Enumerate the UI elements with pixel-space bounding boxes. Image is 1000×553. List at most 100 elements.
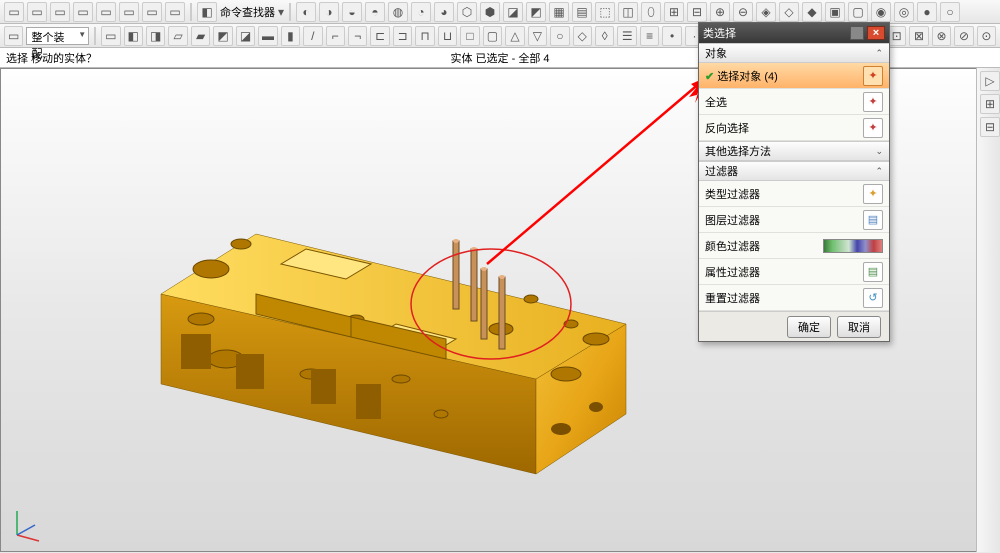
tool-btn[interactable]: ⬯ [641, 2, 661, 22]
section-other-header[interactable]: 其他选择方法 ⌄ [699, 141, 889, 161]
panel-titlebar[interactable]: 类选择 × [699, 23, 889, 43]
tool-btn[interactable]: ○ [940, 2, 960, 22]
row-invert-selection[interactable]: 反向选择 ✦ [699, 115, 889, 141]
tool-btn[interactable]: ⊓ [415, 26, 434, 46]
tool-btn[interactable]: ☰ [617, 26, 636, 46]
tool-btn[interactable]: ▭ [4, 2, 24, 22]
tool-btn[interactable]: ⊗ [932, 26, 951, 46]
row-select-objects[interactable]: ✔ 选择对象 (4) ✦ [699, 63, 889, 89]
tool-btn[interactable]: ◍ [388, 2, 408, 22]
row-type-filter[interactable]: 类型过滤器 ✦ [699, 181, 889, 207]
tool-btn[interactable]: ▬ [258, 26, 277, 46]
sidebar-btn[interactable]: ⊟ [980, 117, 1000, 137]
ok-button[interactable]: 确定 [787, 316, 831, 338]
tool-btn[interactable]: ◩ [213, 26, 232, 46]
tool-btn[interactable]: □ [460, 26, 479, 46]
tool-btn[interactable]: ⊕ [710, 2, 730, 22]
tool-btn[interactable]: ◓ [365, 2, 385, 22]
tool-btn[interactable]: ⌐ [326, 26, 345, 46]
tool-btn[interactable]: ◇ [573, 26, 592, 46]
tool-btn[interactable]: ◪ [503, 2, 523, 22]
row-color-filter[interactable]: 颜色过滤器 [699, 233, 889, 259]
tool-btn[interactable]: ▭ [101, 26, 120, 46]
tool-btn[interactable]: ⊏ [370, 26, 389, 46]
tool-btn[interactable]: ◔ [411, 2, 431, 22]
tool-btn[interactable]: ▽ [528, 26, 547, 46]
command-search-label: 命令查找器 [220, 4, 275, 20]
tool-btn[interactable]: ⊐ [393, 26, 412, 46]
assembly-dropdown[interactable]: 整个装配 [26, 27, 89, 45]
tool-btn[interactable]: ◆ [802, 2, 822, 22]
chevron-up-icon: ⌃ [875, 166, 883, 177]
row-attr-filter[interactable]: 属性过滤器 ▤ [699, 259, 889, 285]
tool-btn[interactable]: ⊘ [954, 26, 973, 46]
tool-btn[interactable]: ◎ [894, 2, 914, 22]
row-select-all[interactable]: 全选 ✦ [699, 89, 889, 115]
tool-btn[interactable]: ● [917, 2, 937, 22]
tool-btn[interactable]: ◧ [124, 26, 143, 46]
tool-btn[interactable]: ▭ [4, 26, 23, 46]
panel-min-button[interactable] [850, 26, 864, 40]
row-reset-filter[interactable]: 重置过滤器 ↺ [699, 285, 889, 311]
tool-btn[interactable]: ◩ [526, 2, 546, 22]
tool-btn[interactable]: ▢ [848, 2, 868, 22]
row-layer-filter[interactable]: 图层过滤器 ▤ [699, 207, 889, 233]
tool-btn[interactable]: ▮ [281, 26, 300, 46]
tool-btn[interactable]: ◇ [779, 2, 799, 22]
tool-btn[interactable]: ▭ [27, 2, 47, 22]
type-filter-icon[interactable]: ✦ [863, 184, 883, 204]
tool-btn[interactable]: ▭ [165, 2, 185, 22]
tool-btn[interactable]: ⊔ [438, 26, 457, 46]
tool-btn[interactable]: ⊞ [664, 2, 684, 22]
tool-btn[interactable]: ◐ [296, 2, 316, 22]
sidebar-btn[interactable]: ▷ [980, 71, 1000, 91]
chevron-down-icon: ⌄ [875, 146, 883, 157]
tool-btn[interactable]: ▭ [96, 2, 116, 22]
tool-btn[interactable]: ⬡ [457, 2, 477, 22]
cancel-button[interactable]: 取消 [837, 316, 881, 338]
tool-btn[interactable]: ○ [550, 26, 569, 46]
tool-btn[interactable]: ¬ [348, 26, 367, 46]
section-filter-header[interactable]: 过滤器 ⌃ [699, 161, 889, 181]
layer-filter-icon[interactable]: ▤ [863, 210, 883, 230]
tool-btn[interactable]: ▭ [73, 2, 93, 22]
tool-btn[interactable]: ◉ [871, 2, 891, 22]
tool-btn[interactable]: ⊖ [733, 2, 753, 22]
tool-btn[interactable]: ▭ [142, 2, 162, 22]
invert-icon[interactable]: ✦ [863, 118, 883, 138]
tool-btn[interactable]: ◑ [319, 2, 339, 22]
tool-btn[interactable]: ⊠ [909, 26, 928, 46]
tool-btn[interactable]: ⊙ [977, 26, 996, 46]
reset-filter-icon[interactable]: ↺ [863, 288, 883, 308]
target-icon[interactable]: ✦ [863, 66, 883, 86]
tool-btn[interactable]: ⬚ [595, 2, 615, 22]
attr-filter-icon[interactable]: ▤ [863, 262, 883, 282]
tool-btn[interactable]: ◪ [236, 26, 255, 46]
tool-btn[interactable]: ◕ [434, 2, 454, 22]
tool-btn[interactable]: ▭ [50, 2, 70, 22]
tool-btn[interactable]: • [662, 26, 681, 46]
tool-btn[interactable]: ◫ [618, 2, 638, 22]
tool-btn[interactable]: ◧ [197, 2, 217, 22]
tool-btn[interactable]: ▰ [191, 26, 210, 46]
tool-btn[interactable]: ▤ [572, 2, 592, 22]
tool-btn[interactable]: ≡ [640, 26, 659, 46]
panel-close-button[interactable]: × [867, 26, 885, 40]
tool-btn[interactable]: △ [505, 26, 524, 46]
tool-btn[interactable]: ▭ [119, 2, 139, 22]
section-objects-header[interactable]: 对象 ⌃ [699, 43, 889, 63]
tool-btn[interactable]: / [303, 26, 322, 46]
sidebar-btn[interactable]: ⊞ [980, 94, 1000, 114]
color-filter-swatch[interactable] [823, 239, 883, 253]
tool-btn[interactable]: ▣ [825, 2, 845, 22]
tool-btn[interactable]: ⬢ [480, 2, 500, 22]
tool-btn[interactable]: ▦ [549, 2, 569, 22]
tool-btn[interactable]: ⊟ [687, 2, 707, 22]
tool-btn[interactable]: ▱ [168, 26, 187, 46]
select-all-icon[interactable]: ✦ [863, 92, 883, 112]
tool-btn[interactable]: ◒ [342, 2, 362, 22]
tool-btn[interactable]: ◨ [146, 26, 165, 46]
tool-btn[interactable]: ◈ [756, 2, 776, 22]
tool-btn[interactable]: ▢ [483, 26, 502, 46]
tool-btn[interactable]: ◊ [595, 26, 614, 46]
